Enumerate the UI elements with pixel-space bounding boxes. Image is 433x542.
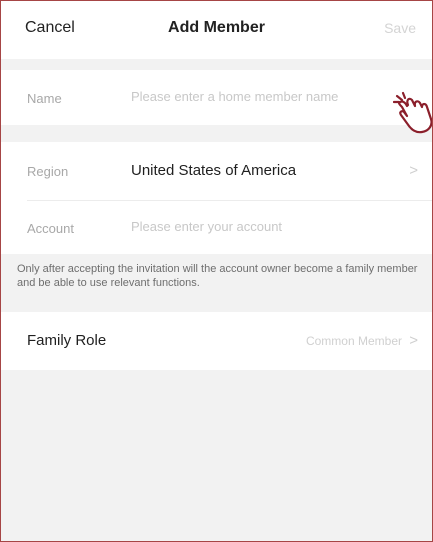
app-screen: Cancel Add Member Save Name Region Unite… [0,0,433,542]
chevron-right-icon: > [409,162,418,179]
save-button[interactable]: Save [384,20,416,36]
name-row[interactable]: Name [1,70,432,125]
region-value: United States of America [131,162,297,179]
family-role-row[interactable]: Family Role Common Member > [1,312,432,370]
cancel-button[interactable]: Cancel [25,19,75,37]
family-role-label: Family Role [27,332,107,349]
hand-pointer-icon [393,91,432,134]
family-role-value: Common Member [305,334,402,348]
region-row[interactable]: Region United States of America > [1,142,432,200]
navigation-bar: Cancel Add Member Save [1,1,432,59]
region-label: Region [27,164,69,179]
account-input[interactable] [131,219,411,234]
name-input[interactable] [131,89,411,104]
account-row[interactable]: Account [1,200,432,254]
chevron-right-icon: > [409,332,418,349]
account-label: Account [27,221,74,236]
row-divider [27,200,432,201]
invitation-note: Only after accepting the invitation will… [17,263,418,289]
name-label: Name [27,91,62,106]
